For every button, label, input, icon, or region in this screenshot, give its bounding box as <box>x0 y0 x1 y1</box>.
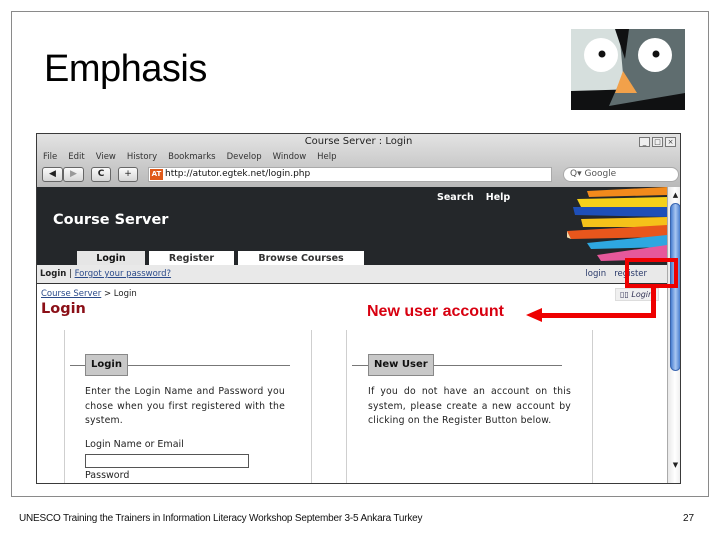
new-user-box-label: New User <box>368 354 434 376</box>
menu-develop[interactable]: Develop <box>227 152 262 162</box>
divider <box>64 330 65 483</box>
highlight-box <box>625 258 678 288</box>
scroll-down-arrow-icon[interactable]: ▼ <box>669 459 680 471</box>
book-icon: ▯▯ <box>620 290 629 299</box>
login-box-label: Login <box>85 354 128 376</box>
scroll-up-arrow-icon[interactable]: ▲ <box>669 189 680 201</box>
breadcrumb-separator: > <box>103 289 112 299</box>
slide-title: Emphasis <box>44 48 207 90</box>
reload-icon: C <box>97 169 105 179</box>
header-links: Search Help <box>437 192 510 203</box>
window-controls: _ □ × <box>639 137 676 147</box>
maximize-button[interactable]: □ <box>652 137 663 147</box>
login-name-input[interactable] <box>85 454 249 468</box>
page-heading: Login <box>41 301 86 317</box>
owl-face-logo-icon <box>571 29 685 110</box>
password-label: Password <box>85 470 130 481</box>
breadcrumb-root-link[interactable]: Course Server <box>41 289 101 299</box>
login-name-label: Login Name or Email <box>85 439 184 450</box>
reload-button[interactable]: C <box>91 167 111 182</box>
new-user-instructions: If you do not have an account on this sy… <box>368 386 571 427</box>
login-instructions: Enter the Login Name and Password you ch… <box>85 386 285 427</box>
tab-login[interactable]: Login <box>77 251 145 265</box>
plus-icon: + <box>124 169 132 179</box>
navigation-toolbar: ◀ ▶ C + AT http://atutor.egtek.net/login… <box>42 167 679 183</box>
small-login-label: Login <box>631 290 654 299</box>
menu-view[interactable]: View <box>96 152 116 162</box>
menu-bookmarks[interactable]: Bookmarks <box>168 152 216 162</box>
site-favicon-icon: AT <box>150 169 163 180</box>
tab-browse-courses[interactable]: Browse Courses <box>238 251 364 265</box>
window-title: Course Server : Login <box>304 136 413 147</box>
callout-label: New user account <box>367 303 504 320</box>
slide-page-number: 27 <box>683 513 695 524</box>
login-link[interactable]: login <box>585 269 606 279</box>
divider <box>311 330 312 483</box>
menu-edit[interactable]: Edit <box>68 152 84 162</box>
address-bar[interactable]: AT http://atutor.egtek.net/login.php <box>148 167 552 182</box>
back-button[interactable]: ◀ <box>42 167 63 182</box>
colored-pencils-image <box>561 187 667 265</box>
header-search-link[interactable]: Search <box>437 192 474 203</box>
minimize-button[interactable]: _ <box>639 137 650 147</box>
menu-bar: File Edit View History Bookmarks Develop… <box>43 152 337 162</box>
subnav-separator: | <box>69 269 72 279</box>
site-name: Course Server <box>53 212 169 228</box>
menu-history[interactable]: History <box>127 152 157 162</box>
menu-help[interactable]: Help <box>317 152 336 162</box>
search-placeholder: Google <box>584 169 617 179</box>
sub-navigation: Login | Forgot your password? login regi… <box>37 265 667 284</box>
breadcrumb: Course Server > Login <box>41 289 137 299</box>
callout-arrow-shaft <box>540 313 656 318</box>
browser-chrome: Course Server : Login _ □ × File Edit Vi… <box>37 134 680 187</box>
menu-file[interactable]: File <box>43 152 57 162</box>
divider <box>592 330 593 483</box>
url-text: http://atutor.egtek.net/login.php <box>165 169 311 179</box>
browser-window-screenshot: Course Server : Login _ □ × File Edit Vi… <box>36 133 681 484</box>
header-help-link[interactable]: Help <box>486 192 510 203</box>
subnav-current: Login <box>40 269 67 279</box>
site-tabs: Login Register Browse Courses <box>77 251 364 265</box>
forgot-password-link[interactable]: Forgot your password? <box>75 269 171 279</box>
breadcrumb-current: Login <box>113 289 137 299</box>
tab-register[interactable]: Register <box>149 251 234 265</box>
arrow-left-icon <box>526 308 542 322</box>
vertical-scrollbar[interactable]: ▲ ▼ <box>667 187 680 483</box>
back-arrow-icon: ◀ <box>49 169 56 179</box>
forward-button[interactable]: ▶ <box>63 167 84 182</box>
search-input[interactable]: Q▾ Google <box>563 167 679 182</box>
forward-arrow-icon: ▶ <box>70 169 77 179</box>
search-icon: Q▾ <box>570 169 582 179</box>
site-header: Course Server Search Help Login Register… <box>37 187 667 265</box>
slide-footer: UNESCO Training the Trainers in Informat… <box>19 513 423 524</box>
close-button[interactable]: × <box>665 137 676 147</box>
divider <box>346 330 347 483</box>
menu-window[interactable]: Window <box>273 152 307 162</box>
new-tab-button[interactable]: + <box>118 167 138 182</box>
